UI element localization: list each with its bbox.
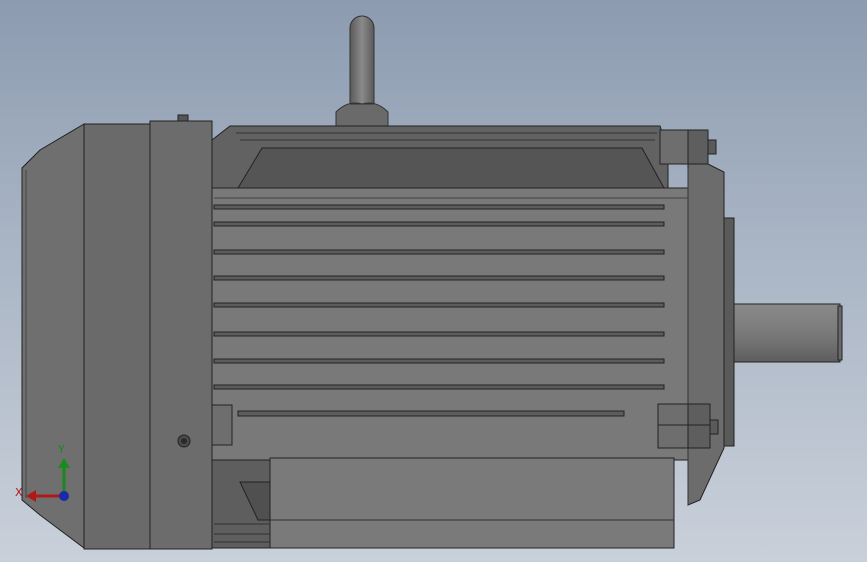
lifting-eye [335, 15, 389, 131]
terminal-box [269, 457, 675, 549]
output-shaft [733, 303, 841, 363]
foot-left [211, 404, 233, 446]
triad-x-label: X [15, 486, 23, 499]
triad-z-axis [59, 491, 69, 501]
motor-frame [211, 187, 689, 461]
motor-model[interactable] [0, 0, 867, 562]
triad-y-label: Y [58, 443, 65, 456]
cad-viewport[interactable]: X Y [0, 0, 867, 562]
rear-end-shield [149, 120, 213, 550]
view-triad [26, 458, 70, 502]
fan-cover [83, 123, 151, 550]
